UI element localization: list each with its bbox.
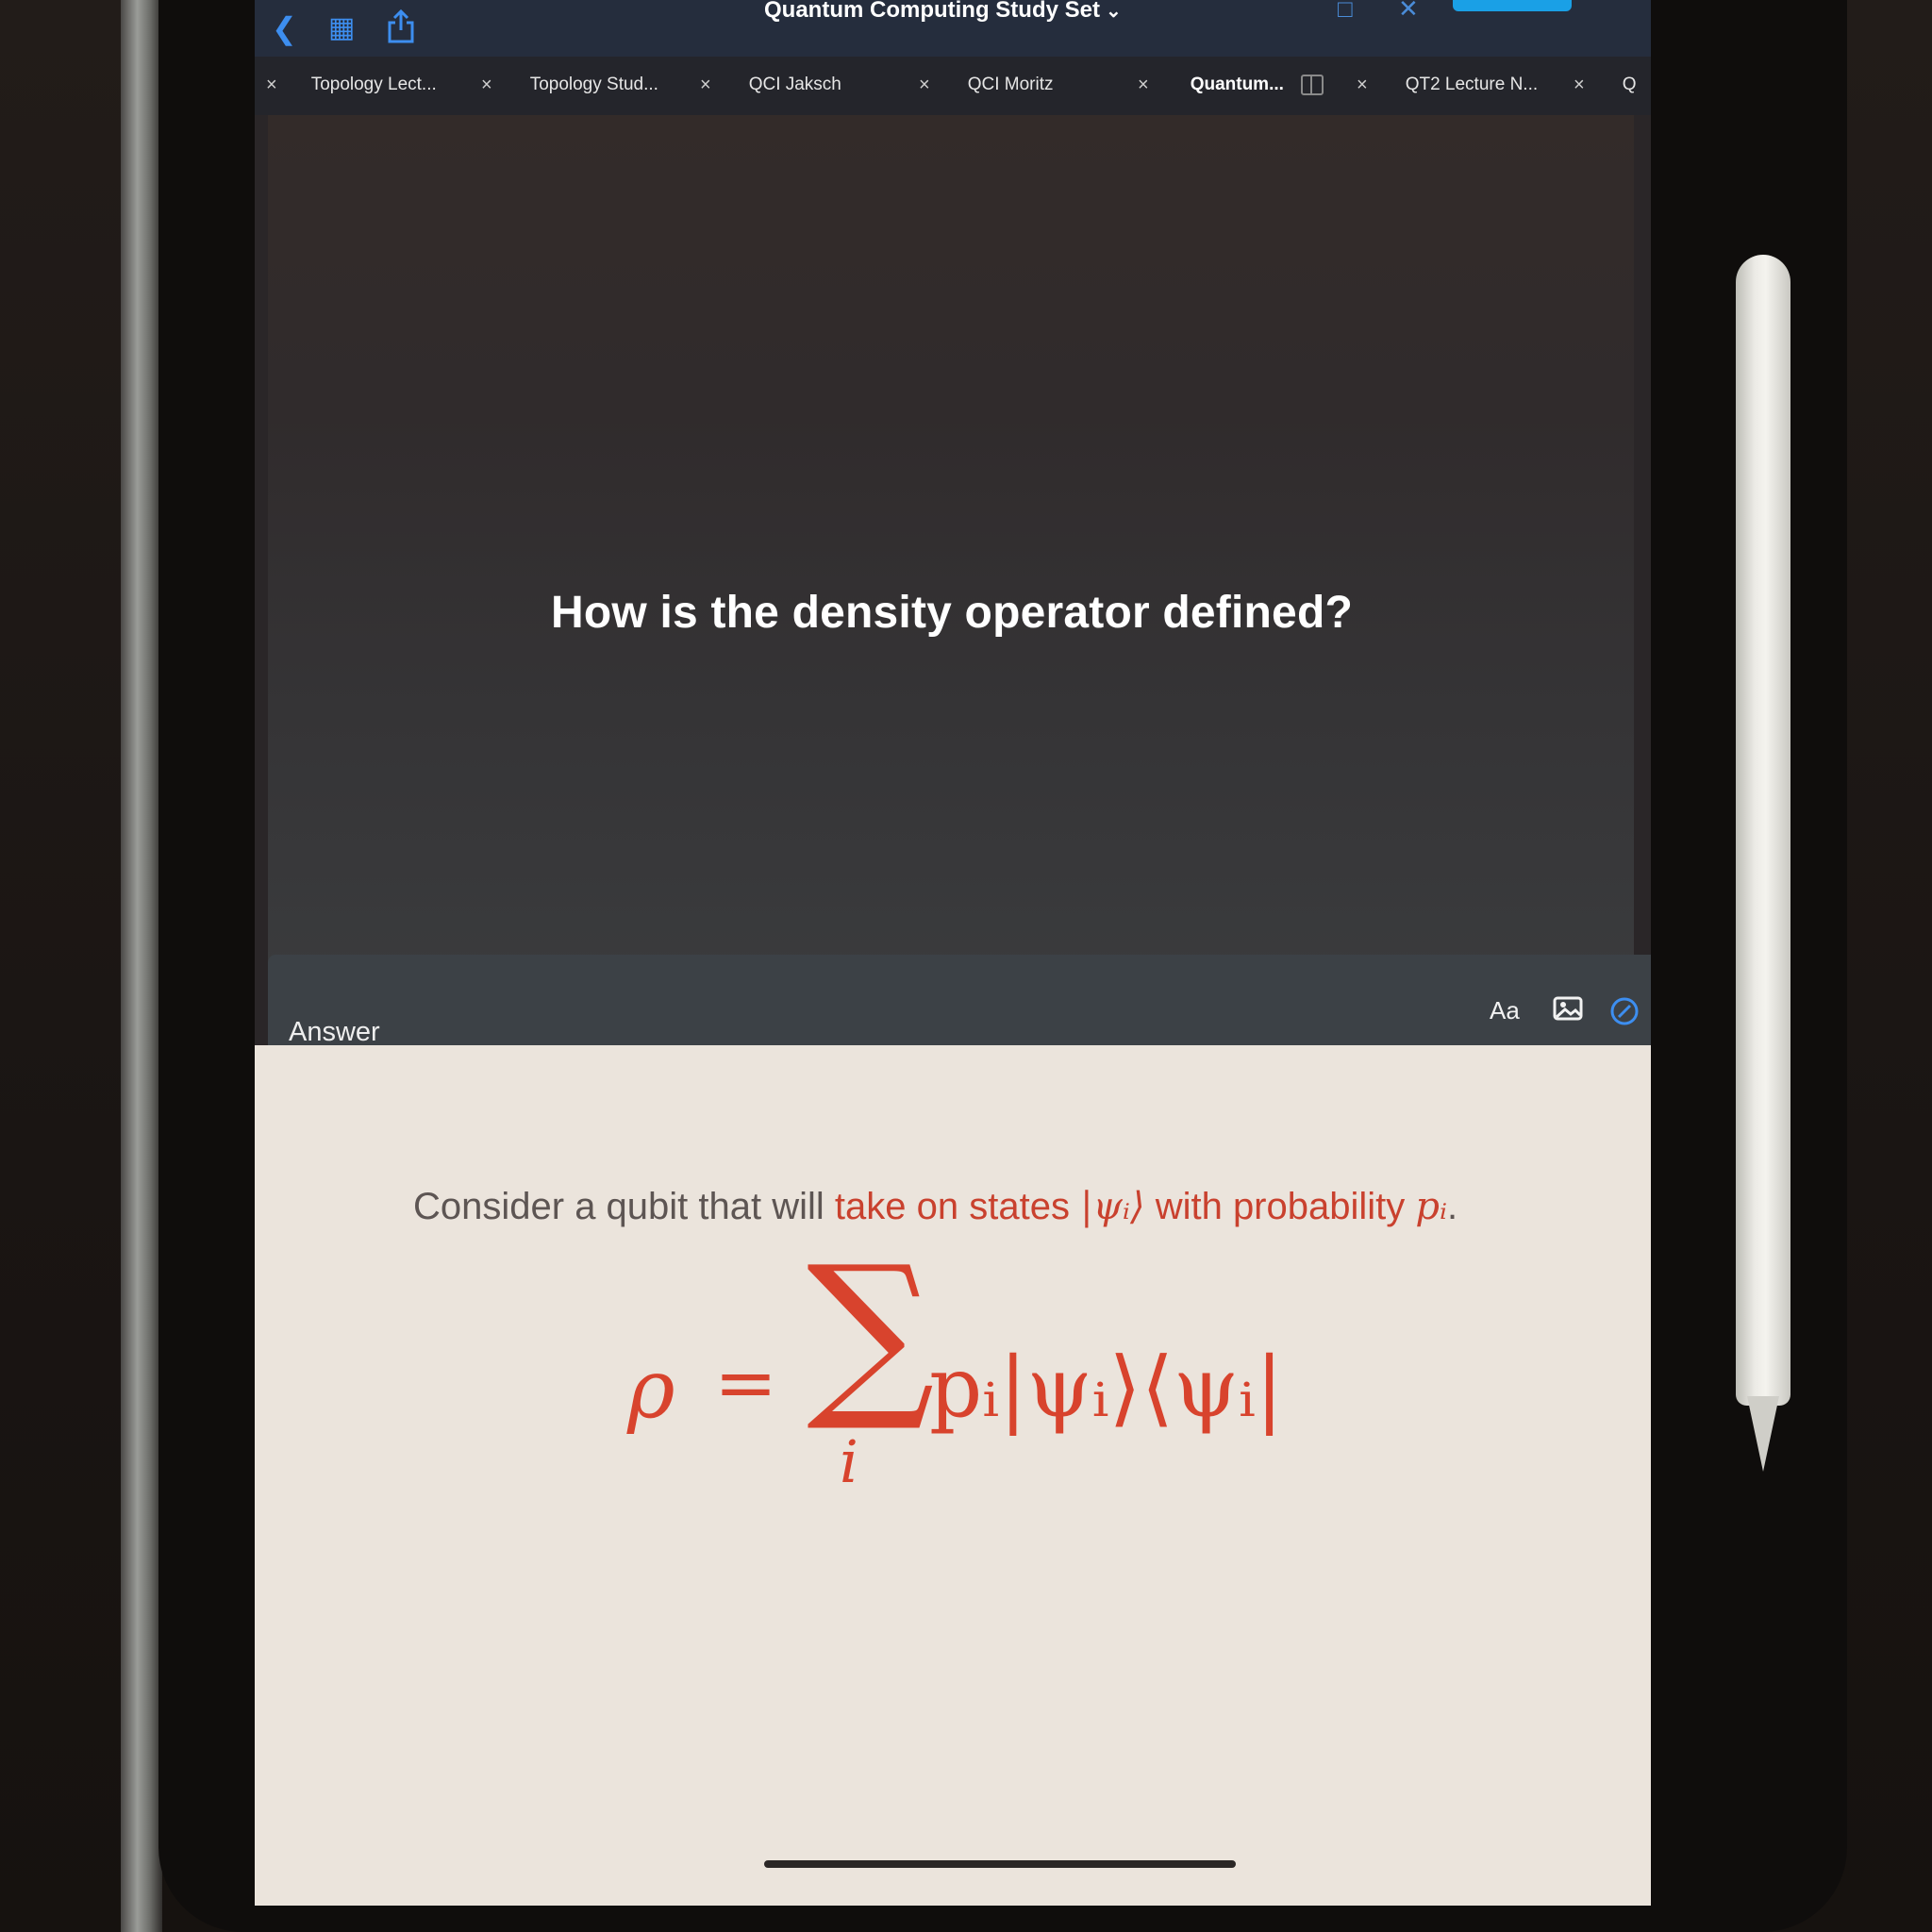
tab-topology-study[interactable]: × Topology Stud...: [481, 64, 658, 106]
question-card[interactable]: How is the density operator defined?: [268, 115, 1634, 969]
study-set-title-label: Quantum Computing Study Set: [764, 0, 1100, 23]
add-card-icon[interactable]: □: [1338, 0, 1353, 24]
formula-sum-index: i: [840, 1427, 858, 1496]
tab-topology-lecture[interactable]: × Topology Lect...: [266, 64, 437, 106]
sentence-end: .: [1447, 1186, 1458, 1227]
tab-label: QT2 Lecture N...: [1405, 75, 1539, 94]
study-set-title[interactable]: Quantum Computing Study Set ⌄: [764, 0, 1122, 27]
tab-qt2-lecture[interactable]: × QT2 Lecture N...: [1357, 64, 1538, 106]
tab-label: Q: [1622, 75, 1637, 94]
close-tab-icon[interactable]: ×: [919, 75, 930, 96]
sentence-prefix: Consider a qubit that will: [413, 1186, 835, 1227]
formula-equals: =: [714, 1339, 778, 1426]
formula-sum-symbol: ∑: [807, 1227, 935, 1436]
font-format-button[interactable]: Aa: [1490, 996, 1520, 1025]
answer-body[interactable]: Consider a qubit that will take on state…: [255, 1045, 1651, 1906]
answer-sentence: Consider a qubit that will take on state…: [413, 1185, 1457, 1228]
split-view-icon[interactable]: [1300, 75, 1324, 95]
tab-label: Topology Lect...: [310, 75, 437, 94]
answer-label: Answer: [289, 1017, 380, 1047]
tab-label: Topology Stud...: [529, 75, 658, 94]
top-toolbar: ❮ ▦ Quantum Computing Study Set ⌄ □ ✕: [255, 0, 1651, 57]
home-indicator: [764, 1860, 1236, 1868]
pencil-circle-icon[interactable]: [1609, 996, 1640, 1033]
top-action-button[interactable]: [1453, 0, 1572, 11]
formula-rho: ρ: [627, 1342, 675, 1437]
close-tab-icon[interactable]: ×: [266, 75, 277, 96]
image-icon[interactable]: [1553, 996, 1583, 1027]
tab-overflow[interactable]: × Q: [1574, 64, 1636, 106]
close-tab-icon[interactable]: ×: [481, 75, 492, 96]
close-tab-icon[interactable]: ×: [1138, 75, 1149, 96]
sentence-highlight: take on states: [834, 1186, 1070, 1227]
share-icon-svg: [388, 8, 414, 43]
share-icon[interactable]: [387, 8, 415, 52]
stylus-pencil: [1736, 255, 1790, 1406]
sentence-middle: with probability: [1144, 1186, 1416, 1227]
tablet-case-edge: [121, 0, 162, 1932]
ket-psi-i: |ψᵢ⟩: [1080, 1185, 1145, 1228]
pencil-circle-icon-svg: [1610, 997, 1639, 1025]
close-icon[interactable]: ✕: [1398, 0, 1419, 24]
close-tab-icon[interactable]: ×: [700, 75, 711, 96]
chevron-left-icon[interactable]: ❮: [272, 9, 297, 47]
tab-qci-jaksch[interactable]: × QCI Jaksch: [700, 64, 841, 106]
image-icon-svg: [1553, 996, 1583, 1021]
tab-label: QCI Jaksch: [748, 75, 841, 94]
tab-quantum[interactable]: × Quantum...: [1138, 64, 1324, 106]
tab-qci-moritz[interactable]: × QCI Moritz: [919, 64, 1053, 106]
probability-p-i: pᵢ: [1415, 1185, 1448, 1228]
tab-bar: × Topology Lect... × Topology Stud... × …: [255, 57, 1651, 115]
stylus-tip: [1747, 1396, 1779, 1472]
chevron-down-icon: ⌄: [1105, 1, 1122, 22]
close-tab-icon[interactable]: ×: [1574, 75, 1585, 96]
tab-label: QCI Moritz: [967, 75, 1054, 94]
tab-label: Quantum...: [1190, 75, 1284, 94]
close-tab-icon[interactable]: ×: [1357, 75, 1368, 96]
formula-rhs: pᵢ|ψᵢ⟩⟨ψᵢ|: [929, 1339, 1284, 1436]
grid-icon[interactable]: ▦: [328, 9, 355, 47]
app-screen: ❮ ▦ Quantum Computing Study Set ⌄ □ ✕ × T…: [255, 0, 1651, 1906]
question-text: How is the density operator defined?: [551, 588, 1353, 638]
